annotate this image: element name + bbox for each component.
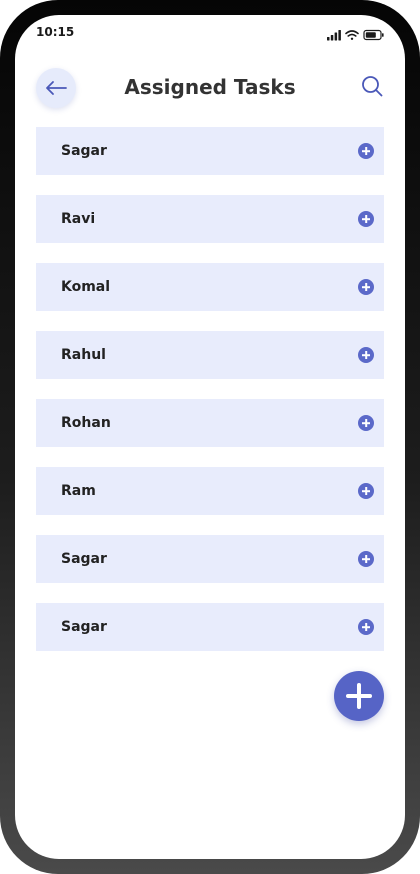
task-row[interactable]: Rohan: [36, 399, 384, 447]
signal-icon: [327, 30, 341, 41]
wifi-icon: [345, 30, 359, 40]
app-screen: 10:15 Assigned Tasks Sagar Ravi Komal Ra…: [15, 15, 405, 859]
task-row[interactable]: Ram: [36, 467, 384, 515]
task-name: Rohan: [61, 415, 111, 431]
status-icons: [327, 26, 385, 41]
add-circle-icon[interactable]: [358, 415, 374, 431]
task-name: Ravi: [61, 211, 96, 227]
add-circle-icon[interactable]: [358, 551, 374, 567]
add-circle-icon[interactable]: [358, 619, 374, 635]
task-name: Rahul: [61, 347, 106, 363]
task-list: Sagar Ravi Komal Rahul Rohan Ram Sagar S…: [36, 127, 384, 671]
search-icon: [362, 76, 383, 97]
add-circle-icon[interactable]: [358, 211, 374, 227]
page-title: Assigned Tasks: [124, 75, 296, 99]
status-bar: 10:15: [15, 15, 405, 49]
status-time: 10:15: [36, 25, 75, 39]
add-circle-icon[interactable]: [358, 279, 374, 295]
task-row[interactable]: Sagar: [36, 535, 384, 583]
battery-icon: [363, 29, 384, 41]
task-name: Ram: [61, 483, 96, 499]
search-button[interactable]: [359, 73, 385, 99]
task-row[interactable]: Ravi: [36, 195, 384, 243]
phone-frame: 10:15 Assigned Tasks Sagar Ravi Komal Ra…: [0, 0, 420, 874]
task-name: Komal: [61, 279, 111, 295]
task-row[interactable]: Komal: [36, 263, 384, 311]
add-circle-icon[interactable]: [358, 483, 374, 499]
task-name: Sagar: [61, 551, 107, 567]
add-circle-icon[interactable]: [358, 347, 374, 363]
task-row[interactable]: Rahul: [36, 331, 384, 379]
header: Assigned Tasks: [15, 65, 405, 111]
add-circle-icon[interactable]: [358, 143, 374, 159]
task-name: Sagar: [61, 619, 107, 635]
task-row[interactable]: Sagar: [36, 603, 384, 651]
task-name: Sagar: [61, 143, 107, 159]
task-row[interactable]: Sagar: [36, 127, 384, 175]
add-task-fab[interactable]: [334, 671, 384, 721]
